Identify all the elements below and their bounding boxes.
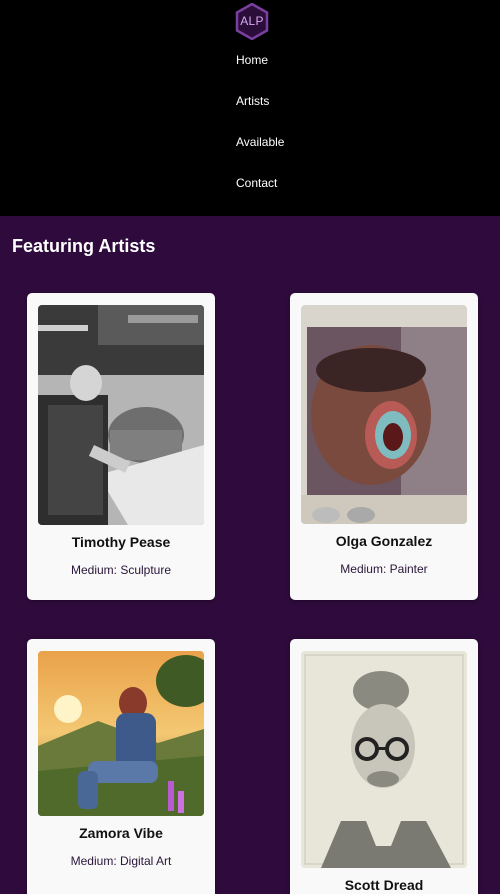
artist-medium: Medium: Painter — [290, 562, 478, 576]
artist-card[interactable]: Scott Dread — [290, 639, 478, 894]
medium-prefix: Medium: — [340, 562, 387, 576]
medium-prefix: Medium: — [70, 563, 117, 577]
artist-name: Timothy Pease — [71, 534, 171, 550]
artist-card[interactable]: Zamora Vibe Medium: Digital Art — [27, 639, 215, 894]
site-header: ALP Home Artists Available Contact — [0, 0, 500, 216]
medium-value: Sculpture — [120, 563, 172, 577]
medium-value: Painter — [389, 562, 428, 576]
artist-name: Scott Dread — [344, 877, 424, 893]
artist-card[interactable]: Timothy Pease Medium: Sculpture — [27, 293, 215, 600]
nav-available[interactable]: Available — [236, 135, 284, 149]
artist-card[interactable]: Olga Gonzalez Medium: Painter — [290, 293, 478, 600]
artist-medium: Medium: Sculpture — [27, 563, 215, 577]
alp-logo[interactable]: ALP — [235, 3, 269, 40]
medium-value: Digital Art — [120, 854, 172, 868]
nav-artists[interactable]: Artists — [236, 94, 284, 108]
logo-text: ALP — [240, 14, 264, 28]
artist-medium: Medium: Digital Art — [27, 854, 215, 868]
nav-contact[interactable]: Contact — [236, 176, 284, 190]
artist-photo[interactable] — [38, 651, 204, 816]
artist-name: Olga Gonzalez — [335, 533, 433, 549]
artist-name: Zamora Vibe — [79, 825, 163, 841]
section-title: Featuring Artists — [12, 236, 156, 256]
artist-photo[interactable] — [38, 305, 204, 525]
main-nav: Home Artists Available Contact — [236, 53, 284, 217]
medium-prefix: Medium: — [70, 854, 117, 868]
artist-photo[interactable] — [301, 651, 467, 868]
nav-home[interactable]: Home — [236, 53, 284, 67]
artist-photo[interactable] — [301, 305, 467, 524]
